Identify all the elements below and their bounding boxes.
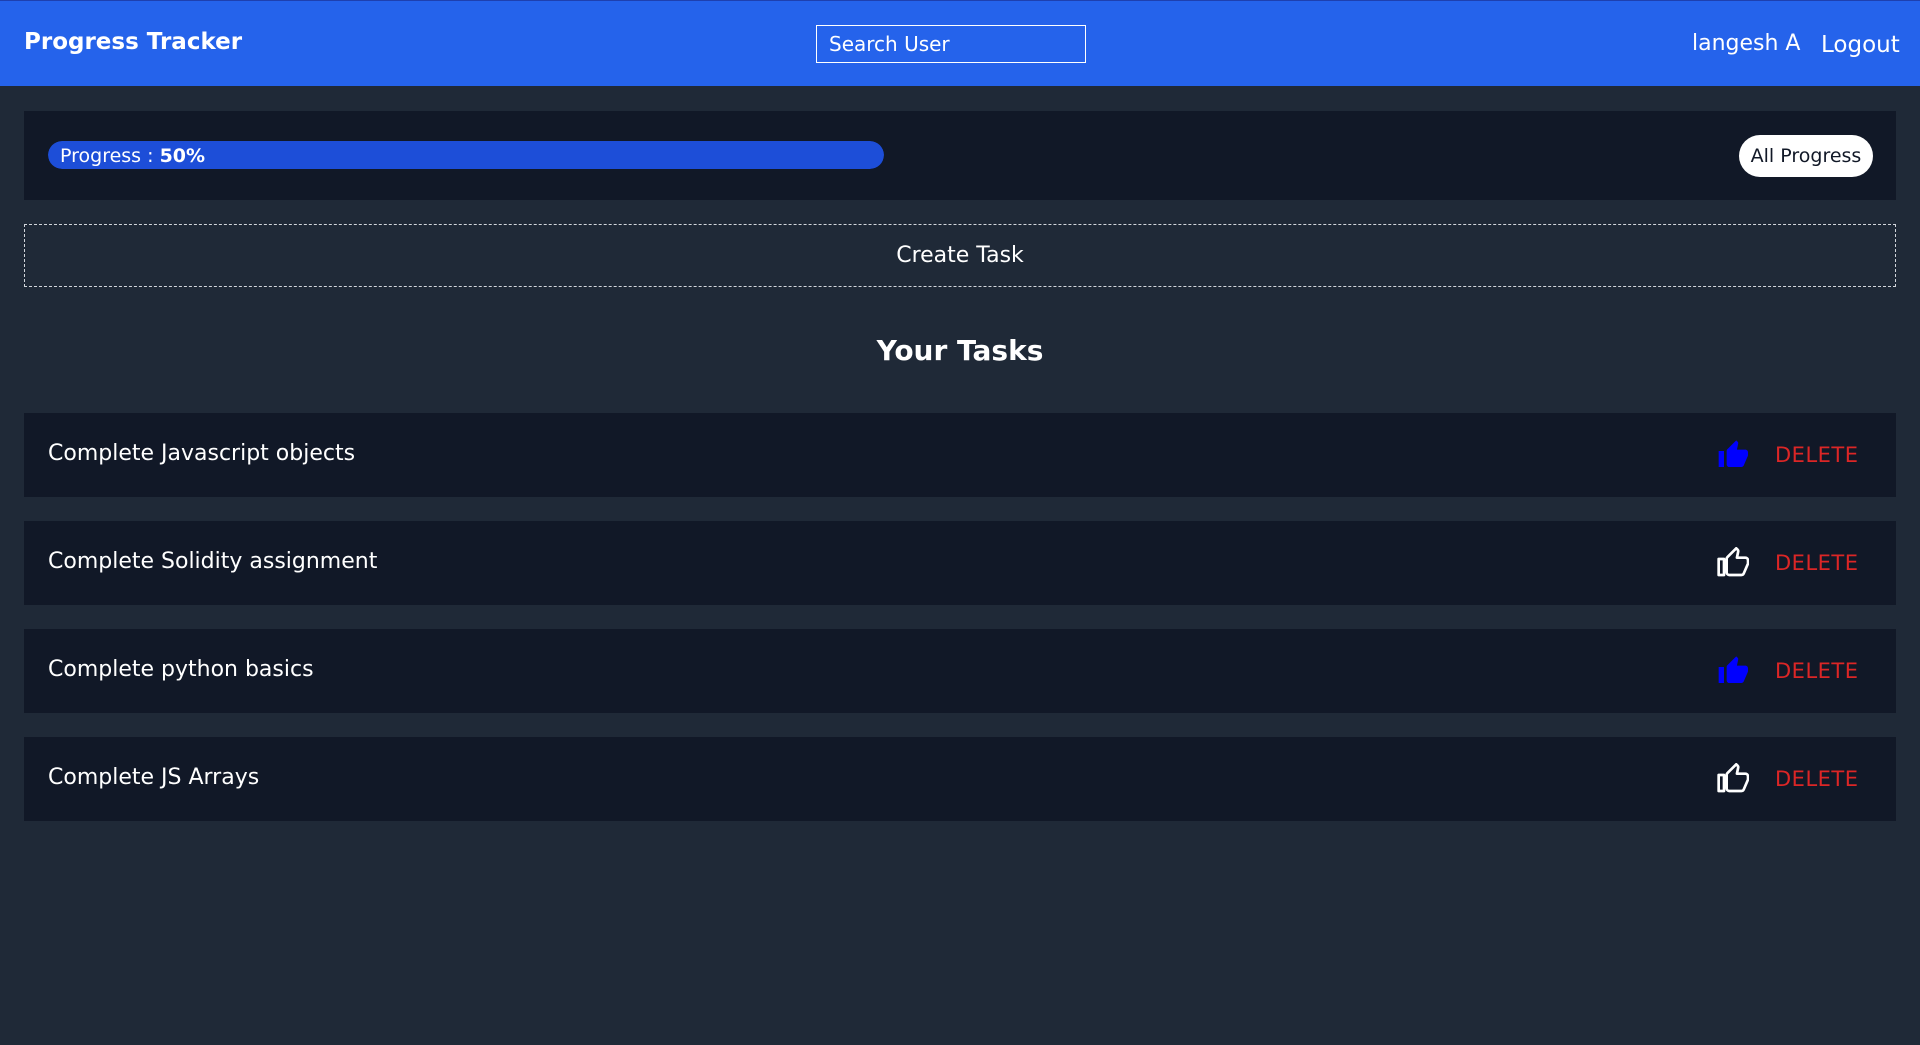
navbar: Progress Tracker langesh A Logout — [0, 0, 1920, 86]
create-task-button[interactable]: Create Task — [24, 224, 1896, 287]
delete-button[interactable]: DELETE — [1775, 659, 1859, 683]
username[interactable]: langesh A — [1692, 31, 1801, 56]
delete-button[interactable]: DELETE — [1775, 551, 1859, 575]
thumbs-up-icon[interactable] — [1715, 439, 1749, 471]
task-item: Complete python basics DELETE — [24, 629, 1896, 713]
thumbs-up-icon[interactable] — [1715, 655, 1749, 687]
progress-label: Progress : 50% — [60, 145, 205, 167]
task-item: Complete Solidity assignment DELETE — [24, 521, 1896, 605]
progress-panel: Progress : 50% All Progress — [24, 111, 1896, 200]
task-name: Complete JS Arrays — [48, 765, 260, 790]
logout-button[interactable]: Logout — [1821, 32, 1900, 58]
task-item: Complete JS Arrays DELETE — [24, 737, 1896, 821]
delete-button[interactable]: DELETE — [1775, 767, 1859, 791]
task-item: Complete Javascript objects DELETE — [24, 413, 1896, 497]
search-user-input[interactable] — [816, 25, 1086, 63]
all-progress-button[interactable]: All Progress — [1739, 135, 1873, 177]
progress-value: 50% — [159, 145, 206, 167]
task-name: Complete Javascript objects — [48, 441, 356, 466]
delete-button[interactable]: DELETE — [1775, 443, 1859, 467]
tasks-heading: Your Tasks — [876, 334, 1044, 367]
task-name: Complete python basics — [48, 657, 314, 682]
task-name: Complete Solidity assignment — [48, 549, 378, 574]
progress-label-text: Progress : — [60, 145, 160, 167]
thumbs-up-icon[interactable] — [1715, 763, 1749, 795]
thumbs-up-icon[interactable] — [1715, 547, 1749, 579]
app-title[interactable]: Progress Tracker — [24, 29, 242, 55]
